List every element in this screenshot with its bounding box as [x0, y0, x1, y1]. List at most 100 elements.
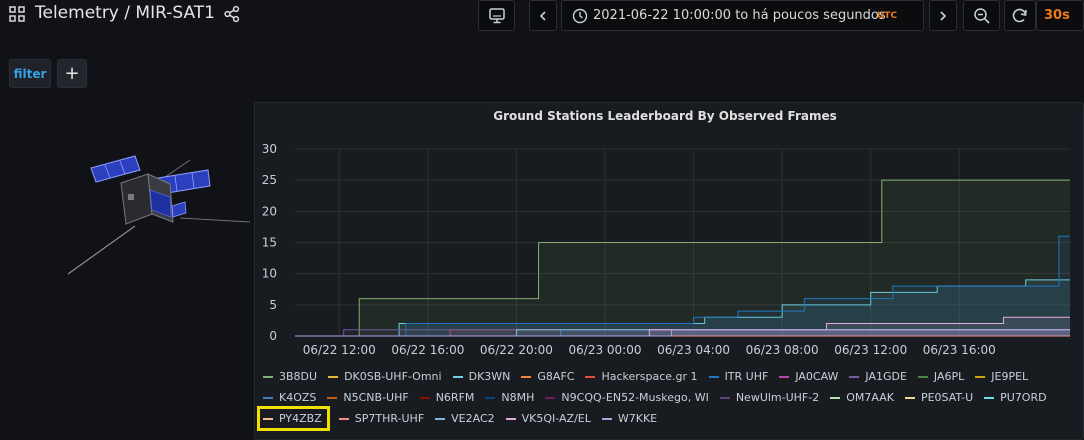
legend-item[interactable]: OM7AAK	[830, 387, 894, 408]
legend-item[interactable]: VE2AC2	[435, 408, 495, 429]
zoom-out-button[interactable]	[963, 0, 1000, 31]
legend-item[interactable]: K4OZS	[263, 387, 316, 408]
legend-swatch	[338, 418, 349, 420]
legend-label: NewUlm-UHF-2	[735, 391, 820, 404]
legend-swatch	[984, 397, 995, 399]
legend-label: SP7THR-UHF	[354, 412, 425, 425]
x-tick-label: 06/23 04:00	[657, 343, 730, 357]
legend-swatch	[327, 397, 338, 399]
legend-item[interactable]: ITR UHF	[708, 366, 768, 387]
legend-label: VE2AC2	[451, 412, 495, 425]
legend-item[interactable]: PE0SAT-U	[904, 387, 974, 408]
time-range-picker[interactable]: 2021-06-22 10:00:00 to há poucos segundo…	[561, 0, 924, 31]
x-tick-label: 06/23 16:00	[923, 343, 996, 357]
y-tick-label: 5	[269, 298, 277, 312]
monitor-icon	[488, 7, 505, 23]
legend-label: PY4ZBZ	[279, 412, 322, 425]
legend-item[interactable]: DK0SB-UHF-Omni	[328, 366, 442, 387]
legend-swatch	[521, 376, 532, 378]
legend-item[interactable]: NewUlm-UHF-2	[719, 387, 820, 408]
legend-item[interactable]: N6RFM	[419, 387, 475, 408]
time-forward-button[interactable]	[929, 0, 957, 31]
legend-item[interactable]: Hackerspace.gr 1	[585, 366, 698, 387]
leaderboard-chart: 0 5 10 15 20 25 30 06/22 12:00 06/22 16:00 06/22 …	[262, 142, 1070, 357]
legend-swatch	[904, 397, 915, 399]
legend-swatch	[830, 397, 841, 399]
y-tick-label: 25	[262, 173, 277, 187]
legend-label: JE9PEL	[991, 370, 1029, 383]
legend-label: JA0CAW	[795, 370, 839, 383]
legend-label: W7KKE	[617, 412, 658, 425]
refresh-interval-picker[interactable]: 30s	[1036, 0, 1084, 31]
legend-swatch	[779, 376, 790, 378]
legend-item[interactable]: W7KKE	[601, 408, 658, 429]
add-filter-button[interactable]: +	[57, 59, 87, 88]
satellite-image	[67, 155, 251, 275]
legend-label: OM7AAK	[846, 391, 894, 404]
y-tick-label: 30	[262, 142, 277, 156]
time-range-text: 2021-06-22 10:00:00 to há poucos segundo…	[593, 8, 886, 23]
legend-item[interactable]: SP7THR-UHF	[338, 408, 425, 429]
legend-swatch	[601, 418, 612, 420]
legend-swatch	[585, 376, 596, 378]
y-tick-label: 0	[269, 329, 277, 343]
legend-swatch	[328, 376, 339, 378]
legend-swatch	[975, 376, 986, 378]
legend-swatch	[263, 376, 273, 378]
legend-item[interactable]: PY4ZBZ	[257, 406, 330, 431]
legend-swatch	[505, 418, 516, 420]
legend-item[interactable]: JE9PEL	[975, 366, 1028, 387]
legend-item[interactable]: N8MH	[485, 387, 534, 408]
chart-legend: 3B8DU DK0SB-UHF-Omni DK3WN G8AFC Hackerspace…	[257, 366, 1079, 431]
legend-item[interactable]: DK3WN	[452, 366, 511, 387]
timezone-badge: UTC	[877, 11, 898, 21]
x-tick-label: 06/22 16:00	[391, 343, 464, 357]
tv-mode-button[interactable]	[478, 0, 515, 31]
dashboard-title[interactable]: Telemetry / MIR-SAT1	[35, 3, 215, 23]
legend-item[interactable]: G8AFC	[521, 366, 574, 387]
x-tick-label: 06/22 20:00	[480, 343, 553, 357]
clock-icon	[572, 8, 588, 24]
legend-item[interactable]: VK5QI-AZ/EL	[505, 408, 591, 429]
legend-label: DK3WN	[468, 370, 511, 383]
legend-label: PE0SAT-U	[920, 391, 974, 404]
legend-item[interactable]: N9CQQ-EN52-Muskego, WI	[545, 387, 709, 408]
legend-item[interactable]: PU7ORD	[984, 387, 1047, 408]
legend-label: N6RFM	[435, 391, 475, 404]
y-tick-label: 10	[262, 267, 277, 281]
legend-item[interactable]: 3B8DU	[263, 366, 317, 387]
legend-label: PU7ORD	[1000, 391, 1047, 404]
x-tick-label: 06/23 12:00	[834, 343, 907, 357]
legend-swatch	[452, 376, 463, 378]
legend-item[interactable]: N5CNB-UHF	[327, 387, 409, 408]
legend-item[interactable]: JA1GDE	[849, 366, 907, 387]
top-bar: Telemetry / MIR-SAT1 2021-06-22 10:00:00…	[0, 0, 1084, 32]
x-tick-label: 06/22 12:00	[303, 343, 376, 357]
refresh-icon	[1012, 8, 1027, 22]
legend-label: N8MH	[501, 391, 535, 404]
y-tick-label: 20	[262, 204, 277, 218]
legend-label: VK5QI-AZ/EL	[521, 412, 591, 425]
legend-item[interactable]: JA6PL	[917, 366, 964, 387]
legend-swatch	[708, 376, 719, 378]
refresh-button[interactable]	[1004, 0, 1036, 31]
legend-swatch	[545, 397, 556, 399]
filter-variable[interactable]: filter	[9, 59, 51, 88]
legend-swatch	[849, 376, 860, 378]
legend-swatch	[485, 397, 496, 399]
legend-swatch	[719, 397, 730, 399]
chevron-right-icon	[940, 10, 947, 21]
share-icon[interactable]	[223, 5, 241, 23]
legend-swatch	[435, 418, 446, 420]
x-tick-label: 06/23 00:00	[569, 343, 642, 357]
legend-swatch	[263, 418, 273, 420]
legend-label: N9CQQ-EN52-Muskego, WI	[561, 391, 709, 404]
legend-swatch	[917, 376, 928, 378]
legend-swatch	[263, 397, 273, 399]
time-back-button[interactable]	[529, 0, 557, 31]
chevron-left-icon	[539, 10, 546, 21]
legend-swatch	[419, 397, 430, 399]
legend-item[interactable]: JA0CAW	[779, 366, 838, 387]
legend-label: G8AFC	[537, 370, 575, 383]
apps-icon[interactable]	[9, 6, 25, 22]
